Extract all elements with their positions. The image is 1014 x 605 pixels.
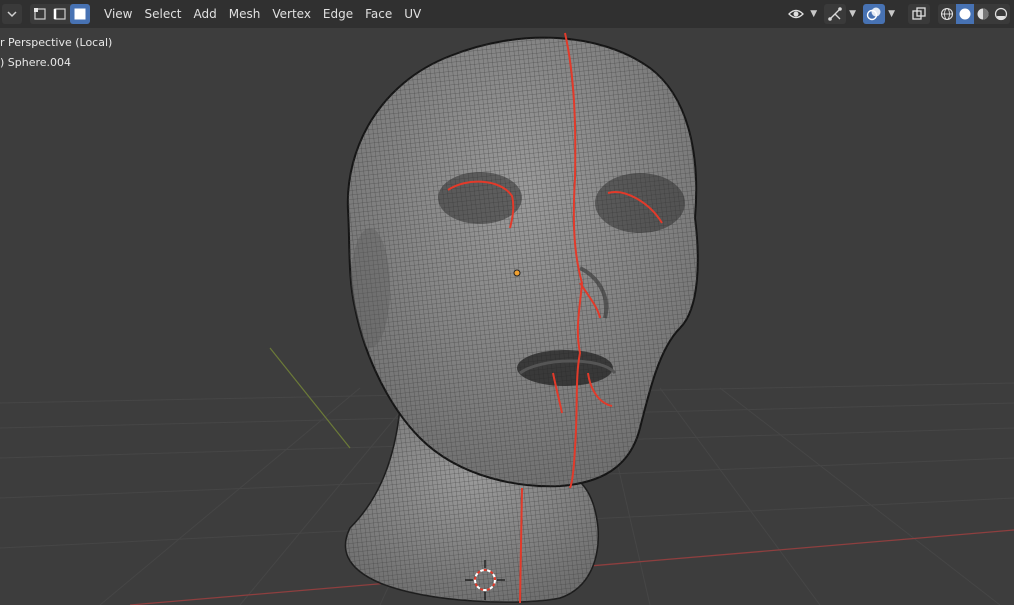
overlay-button[interactable] bbox=[863, 4, 886, 24]
object-label: ) Sphere.004 bbox=[0, 56, 72, 69]
menu-select[interactable]: Select bbox=[138, 3, 187, 25]
solid-shading-icon bbox=[959, 8, 971, 20]
select-mode-group bbox=[30, 4, 90, 24]
vertex-select-icon bbox=[34, 8, 46, 20]
face-select-button[interactable] bbox=[70, 4, 90, 24]
menu-mesh[interactable]: Mesh bbox=[223, 3, 267, 25]
shading-mode-group bbox=[938, 4, 1010, 24]
visibility-button[interactable] bbox=[785, 4, 807, 24]
solid-shading-button[interactable] bbox=[956, 4, 974, 24]
vertex-select-button[interactable] bbox=[30, 4, 50, 24]
head-mesh bbox=[346, 32, 699, 489]
wireframe-shading-icon bbox=[940, 7, 954, 21]
editor-mode-dropdown[interactable] bbox=[2, 4, 22, 24]
header-right-tools: ▼ ▼ ▼ bbox=[785, 4, 1010, 24]
menu-face[interactable]: Face bbox=[359, 3, 398, 25]
face-select-icon bbox=[74, 8, 86, 20]
wireframe-shading-button[interactable] bbox=[938, 4, 956, 24]
xray-icon bbox=[912, 7, 926, 20]
y-axis-line bbox=[269, 347, 351, 449]
gizmo-icon bbox=[828, 7, 842, 21]
object-origin[interactable] bbox=[513, 269, 521, 277]
menu-vertex[interactable]: Vertex bbox=[266, 3, 317, 25]
chevron-down-icon[interactable]: ▼ bbox=[888, 9, 895, 19]
material-preview-button[interactable] bbox=[974, 4, 992, 24]
chevron-down-icon bbox=[7, 11, 17, 18]
3d-viewport[interactable] bbox=[0, 28, 1014, 605]
gizmo-button[interactable] bbox=[824, 4, 847, 24]
rendered-shading-button[interactable] bbox=[992, 4, 1010, 24]
menu-uv[interactable]: UV bbox=[398, 3, 427, 25]
viewport-header: View Select Add Mesh Vertex Edge Face UV… bbox=[0, 0, 1014, 28]
view-label: r Perspective (Local) bbox=[0, 36, 113, 49]
menu-add[interactable]: Add bbox=[188, 3, 223, 25]
xray-button[interactable] bbox=[908, 4, 930, 24]
edge-select-icon bbox=[53, 8, 66, 20]
edge-select-button[interactable] bbox=[50, 4, 70, 24]
overlay-icon bbox=[866, 7, 881, 21]
chevron-down-icon[interactable]: ▼ bbox=[810, 9, 817, 19]
header-menu: View Select Add Mesh Vertex Edge Face UV bbox=[98, 3, 427, 25]
visibility-icon bbox=[788, 9, 805, 19]
material-preview-icon bbox=[977, 8, 989, 20]
menu-view[interactable]: View bbox=[98, 3, 138, 25]
rendered-shading-icon bbox=[994, 7, 1008, 21]
menu-edge[interactable]: Edge bbox=[317, 3, 359, 25]
chevron-down-icon[interactable]: ▼ bbox=[849, 9, 856, 19]
